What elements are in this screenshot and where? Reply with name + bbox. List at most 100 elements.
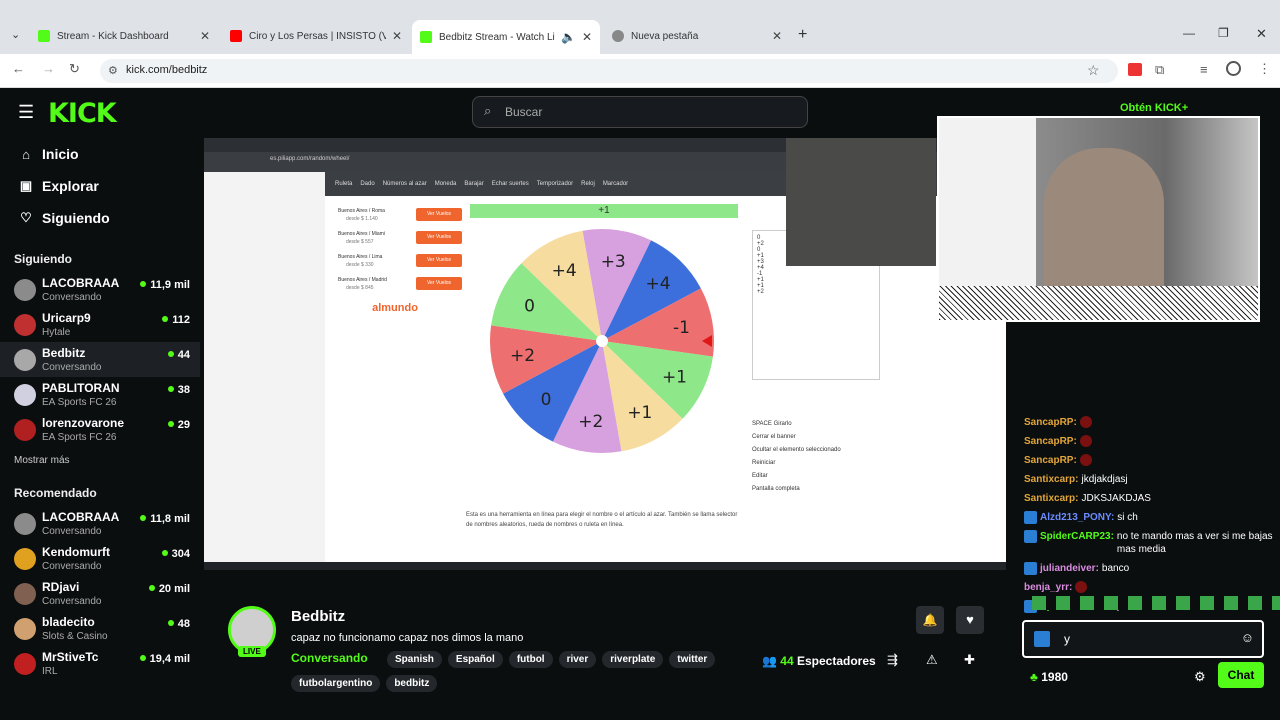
video-left-chat: [204, 172, 325, 570]
url-text: kick.com/bedbitz: [126, 64, 208, 76]
wheel-site-tab[interactable]: Barajar: [464, 181, 483, 187]
bell-button[interactable]: 🔔: [916, 606, 944, 634]
bookmark-star-icon[interactable]: ☆: [1087, 62, 1100, 79]
chat-username[interactable]: SancapRP:: [1024, 454, 1077, 467]
ad-button[interactable]: Ver Vuelos: [416, 277, 462, 290]
streamer-name[interactable]: Bedbitz: [291, 608, 345, 625]
hamburger-menu-icon[interactable]: ☰: [18, 102, 34, 123]
kick-logo[interactable]: KICK: [48, 98, 117, 129]
wheel-site-tab[interactable]: Dado: [360, 181, 374, 187]
chat-username[interactable]: SancapRP:: [1024, 435, 1077, 448]
channel-text: Uricarp9 Hytale: [42, 311, 91, 338]
channel-item[interactable]: PABLITORAN EA Sports FC 26 38: [0, 377, 200, 412]
profile-icon[interactable]: [1226, 61, 1241, 76]
stream-tag[interactable]: bedbitz: [386, 675, 438, 692]
emoji-icon[interactable]: ☺: [1241, 630, 1254, 645]
close-icon[interactable]: ✕: [200, 29, 210, 43]
channel-category: EA Sports FC 26: [42, 397, 117, 408]
channel-viewers: 29: [168, 419, 190, 431]
stream-tag[interactable]: riverplate: [602, 651, 664, 668]
nav-explore[interactable]: ▣ Explorar: [0, 170, 200, 202]
back-icon[interactable]: ←: [12, 61, 25, 76]
chat-settings-icon[interactable]: ⚙: [1194, 669, 1206, 685]
ad-price: desde $ 330: [346, 262, 374, 268]
home-icon: ⌂: [22, 146, 30, 162]
chat-username[interactable]: juliandeiver:: [1040, 562, 1099, 575]
stream-tag[interactable]: Español: [447, 651, 503, 668]
channel-text: RDjavi Conversando: [42, 580, 101, 607]
url-input[interactable]: kick.com/bedbitz: [100, 59, 1118, 83]
chat-username[interactable]: SancapRP:: [1024, 416, 1077, 429]
close-icon[interactable]: ✕: [392, 29, 402, 43]
wheel-site-tab[interactable]: Temporizador: [537, 181, 573, 187]
result-value: +1: [598, 205, 610, 216]
reload-icon[interactable]: ↻: [69, 61, 80, 77]
extension-icon[interactable]: [1128, 63, 1142, 76]
channel-points[interactable]: ♣ 1980: [1030, 670, 1068, 684]
channel-item[interactable]: LACOBRAAA Conversando 11,9 mil: [0, 272, 200, 307]
chat-username[interactable]: SpiderCARP23:: [1040, 530, 1114, 543]
stream-tag[interactable]: river: [558, 651, 597, 668]
video-player[interactable]: es.piliapp.com/random/wheel/ Ruleta Dado N…: [204, 138, 1006, 570]
wheel-site-tab[interactable]: Números al azar: [383, 181, 427, 187]
stream-tag[interactable]: futbolargentino: [291, 675, 381, 692]
chat-username[interactable]: Alzd213_PONY:: [1040, 511, 1114, 524]
close-icon[interactable]: ✕: [582, 30, 592, 44]
nav-home[interactable]: ⌂ Inicio: [0, 138, 200, 170]
minimize-icon[interactable]: —: [1183, 26, 1195, 40]
channel-avatar: [14, 348, 36, 371]
chat-username[interactable]: Santixcarp:: [1024, 473, 1078, 486]
gift-icon[interactable]: ✚: [964, 652, 975, 668]
spin-wheel[interactable]: +3 +4 -1 +1 +1 +2 0 +2 0 +4: [488, 227, 716, 455]
browser-tab-1[interactable]: Stream - Kick Dashboard ✕: [30, 22, 218, 50]
wheel-site-tab[interactable]: Echar suertes: [492, 181, 529, 187]
channel-item[interactable]: lorenzovarone EA Sports FC 26 29: [0, 412, 200, 447]
search-input[interactable]: ⌕ Buscar: [472, 96, 808, 128]
speaker-icon[interactable]: 🔈: [561, 30, 576, 44]
browser-tab-3[interactable]: Bedbitz Stream - Watch Live... 🔈 ✕: [412, 20, 600, 54]
media-icon[interactable]: ≡: [1200, 62, 1208, 77]
browser-tab-4[interactable]: Nueva pestaña ✕: [604, 22, 790, 50]
wheel-site-tab[interactable]: Moneda: [435, 181, 457, 187]
maximize-icon[interactable]: ❐: [1218, 26, 1229, 40]
stream-tag[interactable]: twitter: [669, 651, 716, 668]
wheel-site-tab[interactable]: Marcador: [603, 181, 628, 187]
chat-username[interactable]: benja_yrr:: [1024, 581, 1072, 594]
ad-button[interactable]: Ver Vuelos: [416, 208, 462, 221]
channel-avatar: [14, 383, 36, 406]
get-kick-plus-button[interactable]: Obtén KICK+: [1120, 102, 1188, 114]
channel-item[interactable]: LACOBRAAA Conversando 11,8 mil: [0, 506, 200, 541]
site-info-icon[interactable]: ⚙: [108, 64, 118, 77]
stream-tag[interactable]: Spanish: [387, 651, 442, 668]
browser-tab-2[interactable]: Ciro y Los Persas | INSISTO (Vid... ✕: [222, 22, 410, 50]
close-icon[interactable]: ✕: [772, 29, 782, 43]
wheel-site-tab[interactable]: Reloj: [581, 181, 595, 187]
channel-item[interactable]: Kendomurft Conversando 304: [0, 541, 200, 576]
menu-icon[interactable]: ⋮: [1258, 61, 1271, 77]
ad-button[interactable]: Ver Vuelos: [416, 231, 462, 244]
chat-send-button[interactable]: Chat: [1218, 662, 1264, 688]
report-icon[interactable]: ⚠: [926, 652, 938, 668]
puzzle-icon[interactable]: ⧉: [1155, 62, 1164, 78]
wheel-site-tab[interactable]: Ruleta: [335, 181, 352, 187]
channel-item[interactable]: MrStiveTc IRL 19,4 mil: [0, 646, 200, 681]
channel-item[interactable]: Uricarp9 Hytale 112: [0, 307, 200, 342]
channel-item[interactable]: bladecito Slots & Casino 48: [0, 611, 200, 646]
forward-icon[interactable]: →: [42, 61, 55, 76]
window-close-icon[interactable]: ✕: [1256, 26, 1267, 42]
stream-category[interactable]: Conversando: [291, 651, 368, 665]
channel-item[interactable]: Bedbitz Conversando 44: [0, 342, 200, 377]
tab-search-icon[interactable]: ⌄: [11, 28, 20, 41]
ad-button[interactable]: Ver Vuelos: [416, 254, 462, 267]
share-icon[interactable]: ⇶: [887, 652, 898, 668]
chat-username[interactable]: Santixcarp:: [1024, 492, 1078, 505]
channel-item[interactable]: RDjavi Conversando 20 mil: [0, 576, 200, 611]
stream-tag[interactable]: futbol: [508, 651, 553, 668]
show-more-link[interactable]: Mostrar más: [0, 447, 200, 474]
chat-input[interactable]: y ☺: [1022, 620, 1264, 658]
new-tab-icon[interactable]: +: [798, 26, 807, 44]
nav-following[interactable]: ♡ Siguiendo: [0, 202, 200, 234]
follow-heart-button[interactable]: ♥: [956, 606, 984, 634]
get-kick-plus-label: Obtén KICK+: [1120, 102, 1189, 114]
value-line: +2: [757, 289, 764, 295]
